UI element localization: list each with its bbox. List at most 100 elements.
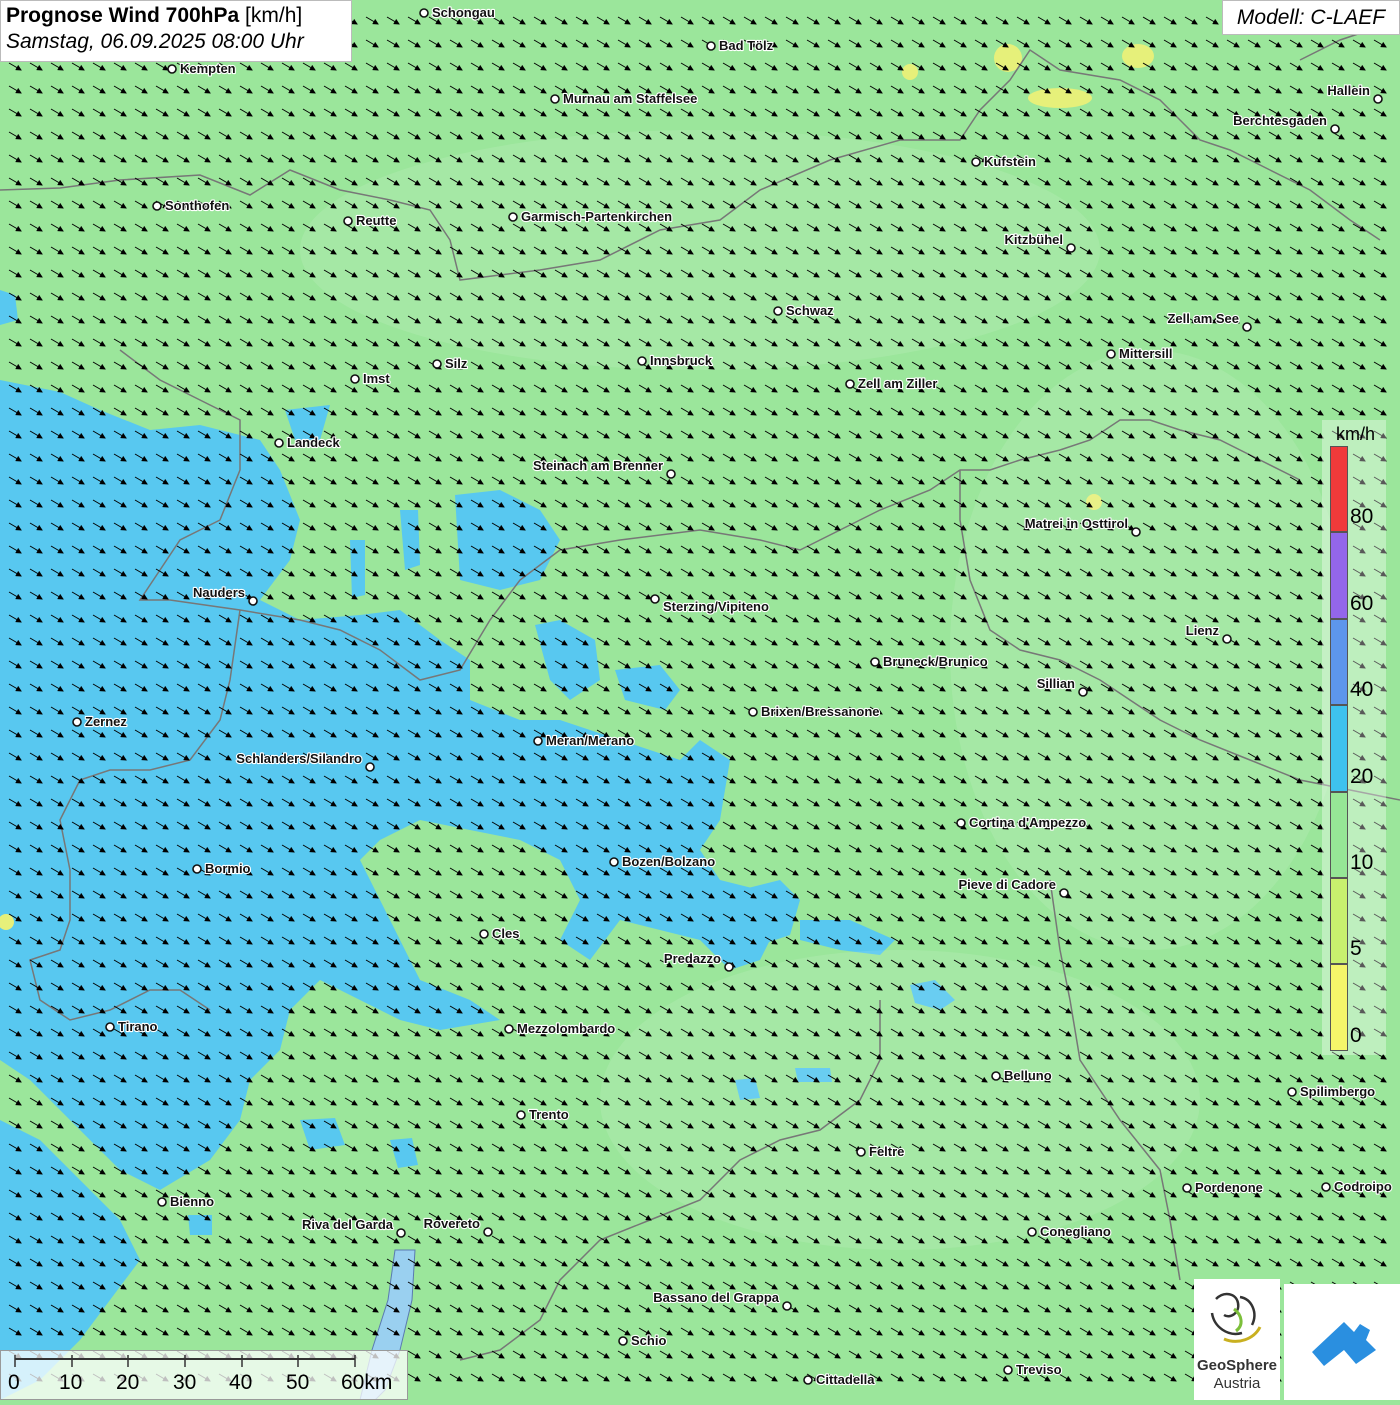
city-marker-icon [803,1375,813,1385]
city-marker-icon [637,356,647,366]
legend-label-60: 60 [1350,591,1374,615]
city-label: Innsbruck [650,353,713,368]
city-label: Rovereto [424,1216,480,1231]
city-label: Garmisch-Partenkirchen [521,209,672,224]
city-label: Mittersill [1119,346,1172,361]
legend-bin-80-100 [1330,446,1348,533]
city-marker-icon [419,8,429,18]
city-marker-icon [72,717,82,727]
forecast-map[interactable]: Schongau Bad Tölz Kempten Murnau am Staffel… [0,0,1400,1400]
city-mezzolombardo: Mezzolombardo [504,1020,616,1037]
city-marker-icon [1222,634,1232,644]
scale-label-10: 10 [59,1371,83,1394]
city-label: Zell am Ziller [858,376,937,391]
city-label: Schio [631,1333,666,1348]
city-conegliano: Conegliano [1027,1223,1112,1240]
city-label: Kufstein [984,154,1036,169]
city-sonthofen: Sonthofen [152,197,230,214]
city-label: Bormio [205,861,251,876]
scale-bar: 0 10 20 30 40 50 60km [0,1350,408,1400]
legend-label-0: 0 [1350,1023,1362,1047]
geosphere-emblem-icon [1210,1292,1262,1343]
weather-app-logo[interactable] [1284,1284,1400,1400]
cloud-arrow-icon [1312,1322,1376,1366]
city-label: Zell am See [1167,311,1239,326]
city-label: Hallein [1327,83,1370,98]
city-label: Brixen/Bressanone [761,704,880,719]
legend-bin-20-40 [1330,705,1348,792]
city-label: Bienno [170,1194,214,1209]
city-label: Matrei in Osttirol [1025,516,1128,531]
city-marker-icon [1059,888,1069,898]
city-label: Berchtesgaden [1233,113,1327,128]
city-marker-icon [991,1071,1001,1081]
city-bruneck-brunico: Bruneck/Brunico [870,653,989,670]
city-marker-icon [432,359,442,369]
city-label: Mezzolombardo [517,1021,615,1036]
city-marker-icon [1321,1182,1331,1192]
city-marker-icon [157,1197,167,1207]
city-schongau: Schongau [419,4,496,21]
city-marker-icon [533,736,543,746]
map-title-unit: [km/h] [245,4,303,27]
city-label: Steinach am Brenner [533,458,663,473]
city-marker-icon [856,1147,866,1157]
scale-label-20: 20 [116,1371,140,1394]
city-pordenone: Pordenone [1182,1179,1264,1196]
city-label: Schongau [432,5,495,20]
city-label: Feltre [869,1144,904,1159]
city-marker-icon [650,594,660,604]
city-label: Sillian [1037,676,1075,691]
legend-label-20: 20 [1350,764,1374,788]
city-marker-icon [508,212,518,222]
city-marker-icon [773,306,783,316]
city-spilimbergo: Spilimbergo [1287,1083,1376,1100]
city-label: Treviso [1016,1362,1062,1377]
city-label: Bassano del Grappa [653,1290,779,1305]
city-marker-icon [1287,1087,1297,1097]
city-marker-icon [1066,243,1076,253]
scale-label-60: 60km [341,1371,393,1394]
city-label: Cles [492,926,519,941]
city-label: Kitzbühel [1005,232,1064,247]
city-marker-icon [1078,687,1088,697]
city-marker-icon [845,379,855,389]
city-marker-icon [1106,349,1116,359]
city-label: Meran/Merano [546,733,634,748]
model-label: Modell: C-LAEF [1222,0,1400,35]
city-meran-merano: Meran/Merano [533,732,635,749]
city-innsbruck: Innsbruck [637,352,714,369]
city-label: Sterzing/Vipiteno [663,599,769,614]
city-marker-icon [609,857,619,867]
city-marker-icon [483,1227,493,1237]
city-marker-icon [1182,1183,1192,1193]
city-label: Lienz [1186,623,1220,638]
city-label: Imst [363,371,390,386]
city-label: Murnau am Staffelsee [563,91,697,106]
legend-label-5: 5 [1350,937,1362,961]
city-marker-icon [479,929,489,939]
forecast-datetime: Samstag, 06.09.2025 08:00 Uhr [6,30,304,53]
city-label: Kempten [180,61,236,76]
city-marker-icon [971,157,981,167]
city-label: Riva del Garda [302,1217,394,1232]
city-label: Pieve di Cadore [958,877,1056,892]
legend-bin-40-60 [1330,618,1348,706]
city-label: Silz [445,356,468,371]
city-marker-icon [1330,124,1340,134]
legend-label-10: 10 [1350,851,1374,874]
legend-unit: km/h [1336,424,1376,444]
city-label: Trento [529,1107,569,1122]
city-marker-icon [274,438,284,448]
city-label: Cortina d'Ampezzo [969,815,1086,830]
geosphere-logo[interactable]: GeoSphere Austria [1194,1279,1280,1400]
city-label: Conegliano [1040,1224,1111,1239]
legend-label-40: 40 [1350,678,1374,702]
scale-label-30: 30 [173,1371,197,1394]
city-marker-icon [1373,94,1383,104]
map-title: Prognose Wind 700hPa [6,4,240,27]
city-label: Nauders [193,585,245,600]
city-marker-icon [724,962,734,972]
city-marker-icon [105,1022,115,1032]
scale-label-50: 50 [286,1371,310,1394]
